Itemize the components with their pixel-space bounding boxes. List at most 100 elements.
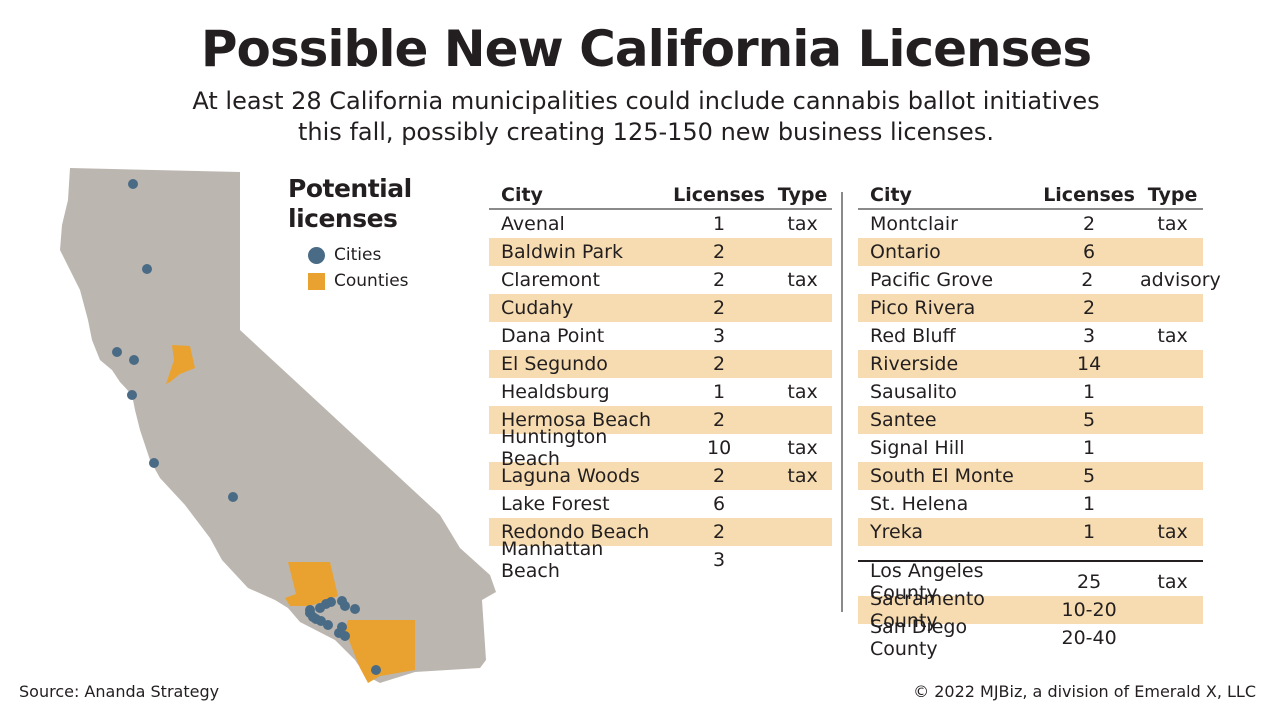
licenses-cell: 2 — [713, 353, 726, 375]
legend-item-cities: Cities — [308, 242, 412, 268]
california-state-shape — [60, 168, 496, 683]
table-row: Riverside 14 — [858, 350, 1203, 378]
legend-label: Counties — [334, 271, 409, 291]
legend-title-line-2: licenses — [288, 204, 398, 233]
licenses-cell: 1 — [1083, 493, 1096, 515]
copyright-note: © 2022 MJBiz, a division of Emerald X, L… — [913, 682, 1256, 701]
licenses-cell: 20-40 — [1061, 627, 1117, 649]
licenses-cell: 2 — [713, 409, 726, 431]
type-cell: tax — [787, 465, 818, 487]
table-divider — [841, 192, 843, 612]
city-cell: Avenal — [501, 213, 565, 235]
city-circle-icon — [308, 246, 325, 264]
licenses-cell: 2 — [713, 241, 726, 263]
licenses-cell: 6 — [1083, 241, 1096, 263]
licenses-cell: 2 — [1083, 213, 1096, 235]
licenses-cell: 2 — [713, 297, 726, 319]
city-dot — [350, 604, 360, 614]
chart-subtitle: At least 28 California municipalities co… — [0, 86, 1280, 148]
table-row: South El Monte 5 — [858, 462, 1203, 490]
type-cell: tax — [1157, 571, 1188, 593]
licenses-cell: 25 — [1077, 571, 1102, 593]
legend-title-line-1: Potential — [288, 174, 412, 203]
right-table: City Licenses Type Montclair 2 tax Ontario 6 Pac… — [858, 178, 1221, 660]
table-row: Huntington Beach 10 tax — [489, 426, 832, 470]
city-cell: Pico Rivera — [870, 297, 976, 319]
licenses-cell: 3 — [1083, 325, 1096, 347]
column-header-licenses: Licenses — [673, 184, 765, 206]
table-row: Montclair 2 tax — [858, 210, 1203, 238]
source-note: Source: Ananda Strategy — [19, 682, 220, 701]
table-header: City Licenses Type — [858, 178, 1203, 210]
city-cell: South El Monte — [870, 465, 1014, 487]
licenses-cell: 10 — [706, 437, 732, 459]
table-row: Cudahy 2 — [489, 294, 832, 322]
city-dot — [323, 620, 333, 630]
table-row: Ontario 6 — [858, 238, 1203, 266]
type-cell: tax — [787, 437, 818, 459]
city-cell: Laguna Woods — [501, 465, 640, 487]
city-cell: Lake Forest — [501, 493, 610, 515]
licenses-cell: 3 — [713, 325, 726, 347]
type-cell: tax — [787, 213, 818, 235]
licenses-cell: 1 — [713, 381, 726, 403]
city-cell: Sausalito — [870, 381, 957, 403]
table-row: Lake Forest 6 — [489, 490, 832, 518]
table-row: Manhattan Beach 3 — [489, 538, 832, 582]
table-row: Yreka 1 tax — [858, 518, 1203, 546]
table-row: Healdsburg 1 tax — [489, 378, 832, 406]
city-cell: Huntington Beach — [501, 426, 608, 470]
column-header-city: City — [870, 184, 912, 206]
city-dot — [340, 631, 350, 641]
type-cell: tax — [1157, 521, 1188, 543]
table-row: St. Helena 1 — [858, 490, 1203, 518]
table-row: Baldwin Park 2 — [489, 238, 832, 266]
type-cell: tax — [787, 269, 818, 291]
column-header-licenses: Licenses — [1043, 184, 1135, 206]
licenses-cell: 5 — [1083, 409, 1096, 431]
table-row: Santee 5 — [858, 406, 1203, 434]
table-row: Pico Rivera 2 — [858, 294, 1203, 322]
licenses-cell: 2 — [1083, 297, 1096, 319]
city-dot — [326, 597, 336, 607]
column-header-type: Type — [1147, 184, 1198, 206]
city-cell: Signal Hill — [870, 437, 965, 459]
city-dot — [149, 458, 159, 468]
legend-title: Potential licenses — [288, 174, 412, 234]
table-row: Signal Hill 1 — [858, 434, 1203, 462]
city-dot — [228, 492, 238, 502]
city-cell: Red Bluff — [870, 325, 956, 347]
table-row: San Diego County 20-40 — [858, 616, 1203, 660]
city-dot — [129, 355, 139, 365]
chart-title: Possible New California Licenses — [200, 20, 1092, 78]
legend: Potential licenses Cities Counties — [288, 174, 412, 294]
city-cell: Dana Point — [501, 325, 605, 347]
licenses-cell: 6 — [713, 493, 726, 515]
city-dot — [371, 665, 381, 675]
licenses-cell: 1 — [1083, 437, 1096, 459]
licenses-cell: 1 — [713, 213, 726, 235]
table-row: Sausalito 1 — [858, 378, 1203, 406]
licenses-cell: 2 — [1081, 269, 1094, 291]
type-cell: tax — [1157, 325, 1188, 347]
subtitle-line-1: At least 28 California municipalities co… — [192, 87, 1100, 115]
city-dot — [311, 614, 321, 624]
table-row: Claremont 2 tax — [489, 266, 832, 294]
licenses-cell: 10-20 — [1061, 599, 1117, 621]
city-dot — [340, 601, 350, 611]
county-square-icon — [308, 272, 325, 290]
legend-item-counties: Counties — [308, 268, 412, 294]
city-cell: Healdsburg — [501, 381, 610, 403]
city-cell: Montclair — [870, 213, 958, 235]
city-cell: El Segundo — [501, 353, 608, 375]
licenses-cell: 1 — [1083, 381, 1096, 403]
city-cell: Ontario — [870, 241, 941, 263]
licenses-cell: 5 — [1083, 465, 1096, 487]
licenses-cell: 14 — [1077, 353, 1102, 375]
city-dot — [112, 347, 122, 357]
city-cell: Santee — [870, 409, 937, 431]
licenses-cell: 2 — [713, 269, 726, 291]
city-dot — [127, 390, 137, 400]
table-row: Laguna Woods 2 tax — [489, 462, 832, 490]
city-cell: Baldwin Park — [501, 241, 623, 263]
